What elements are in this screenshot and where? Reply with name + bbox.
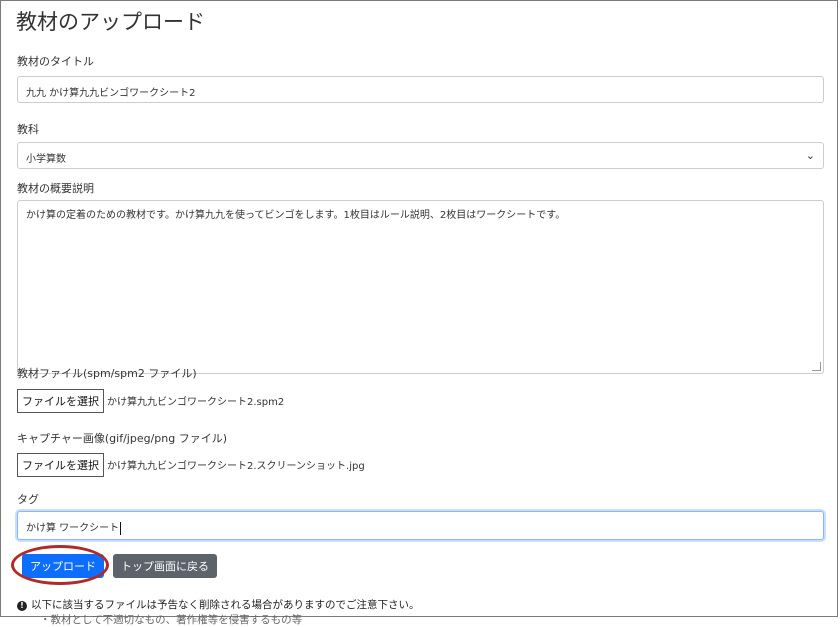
tag-value: かけ算 ワークシート (26, 523, 120, 534)
chosen-capture-name: かけ算九九ビンゴワークシート2.スクリーンショット.jpg (107, 461, 365, 472)
resize-handle-icon[interactable] (812, 362, 821, 371)
info-circle-icon: ! (17, 601, 27, 611)
subject-selected-value: 小学算数 (26, 154, 66, 165)
subject-label: 教科 (17, 123, 39, 136)
chosen-file-name: かけ算九九ビンゴワークシート2.spm2 (107, 397, 285, 408)
capture-file-input[interactable]: ファイルを選択 かけ算九九ビンゴワークシート2.スクリーンショット.jpg (17, 451, 365, 478)
notice-secondary: ・教材として不適切なもの、著作権等を侵害するもの等 (40, 614, 303, 626)
description-textarea[interactable]: かけ算の定着のための教材です。かけ算九九を使ってビンゴをします。1枚目はルール説… (17, 200, 824, 374)
text-caret (120, 521, 122, 535)
description-text: かけ算の定着のための教材です。かけ算九九を使ってビンゴをします。1枚目はルール説… (26, 210, 566, 221)
tag-input[interactable]: かけ算 ワークシート (17, 511, 824, 540)
back-to-top-button[interactable]: トップ画面に戻る (113, 554, 217, 578)
description-label: 教材の概要説明 (17, 182, 94, 195)
page-title: 教材のアップロード (16, 10, 205, 34)
tag-label: タグ (17, 493, 39, 506)
file-input[interactable]: ファイルを選択 かけ算九九ビンゴワークシート2.spm2 (17, 387, 284, 414)
notice-text: 以下に該当するファイルは予告なく削除される場合がありますのでご注意下さい。 (31, 599, 420, 611)
notice: ! 以下に該当するファイルは予告なく削除される場合がありますのでご注意下さい。 (17, 597, 420, 612)
choose-file-button[interactable]: ファイルを選択 (17, 388, 104, 413)
highlight-circle (11, 545, 109, 585)
chevron-down-icon: ⌄ (805, 149, 815, 162)
title-label: 教材のタイトル (17, 55, 94, 68)
subject-select[interactable]: 小学算数 ⌄ (17, 142, 824, 169)
choose-capture-button[interactable]: ファイルを選択 (17, 452, 104, 477)
title-input[interactable]: 九九 かけ算九九ビンゴワークシート2 (17, 76, 824, 103)
capture-label: キャプチャー画像(gif/jpeg/png ファイル) (17, 432, 228, 445)
file-label: 教材ファイル(spm/spm2 ファイル) (17, 367, 197, 380)
